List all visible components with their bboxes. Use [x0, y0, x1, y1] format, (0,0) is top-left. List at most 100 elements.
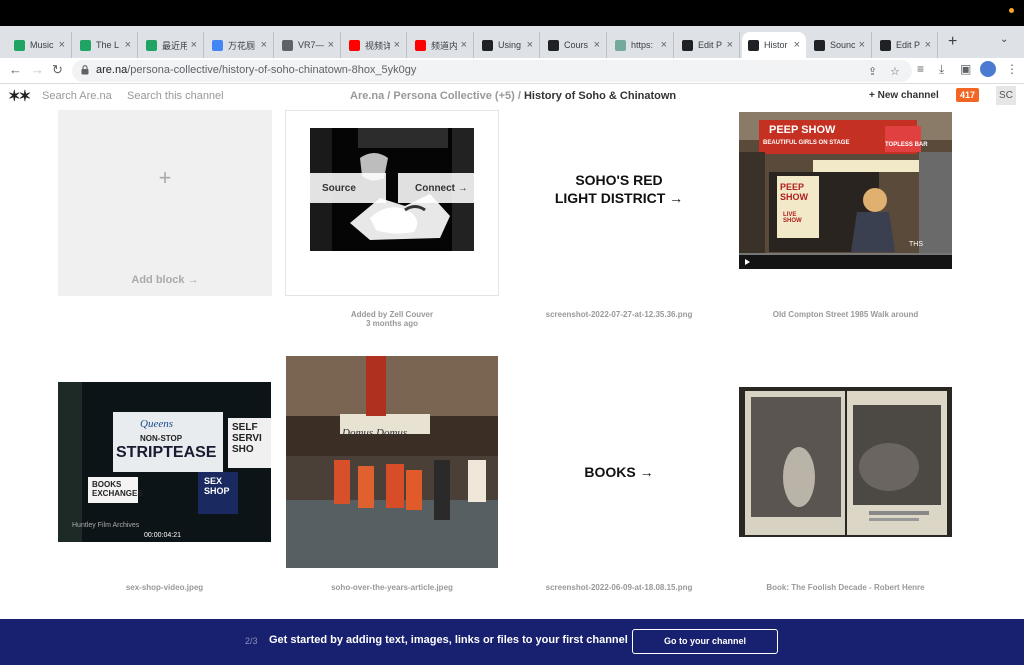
- search-channel-input[interactable]: Search this channel: [127, 90, 224, 102]
- video-sign-text: LIVE SHOW: [783, 212, 802, 224]
- close-tab-icon[interactable]: ×: [925, 39, 931, 51]
- go-to-channel-button[interactable]: Go to your channel: [632, 629, 778, 654]
- google-drive-icon: [14, 39, 25, 51]
- browser-tab-strip: Music × The L × 最近用 × 万花厕 × VR7—V × 视频详 × 频道内 × Using ×…: [0, 26, 1024, 58]
- browser-tab[interactable]: Using ×: [476, 32, 540, 58]
- browser-tab[interactable]: 视频详 ×: [343, 32, 407, 58]
- sign-text: SELF SERVI SHO: [232, 422, 262, 455]
- bookmark-star-icon[interactable]: ☆: [890, 65, 900, 78]
- browser-tab[interactable]: Sounc ×: [808, 32, 872, 58]
- google-icon: [212, 39, 223, 51]
- add-block-label: Add block →: [131, 274, 199, 286]
- profile-avatar[interactable]: [980, 61, 996, 77]
- reload-icon[interactable]: ↻: [52, 62, 63, 78]
- browser-tab-title: Edit P: [698, 40, 723, 50]
- browser-tab[interactable]: 万花厕 ×: [206, 32, 274, 58]
- browser-tab[interactable]: 最近用 ×: [140, 32, 204, 58]
- close-tab-icon[interactable]: ×: [859, 39, 865, 51]
- browser-tab-title: https:: [631, 40, 654, 50]
- close-tab-icon[interactable]: ×: [727, 39, 733, 51]
- browser-tab[interactable]: Edit P ×: [676, 32, 740, 58]
- browser-menu-icon[interactable]: ⋮: [1006, 62, 1018, 76]
- close-tab-icon[interactable]: ×: [594, 39, 600, 51]
- browser-tab[interactable]: Histor ×: [742, 32, 806, 58]
- block-caption: sex-shop-video.jpeg: [125, 583, 204, 592]
- image-block-sex-shop[interactable]: Queens NON-STOP STRIPTEASE SELF SERVI SH…: [58, 382, 271, 542]
- close-tab-icon[interactable]: ×: [661, 39, 667, 51]
- google-drive-icon: [80, 39, 91, 51]
- image-block-hovered[interactable]: Source Connect →: [285, 110, 499, 296]
- video-sign-text: PEEP SHOW: [769, 124, 836, 136]
- share-icon[interactable]: ⇪: [868, 65, 877, 78]
- tab-search-icon[interactable]: ⌄: [1000, 34, 1008, 45]
- browser-tab[interactable]: VR7—V ×: [276, 32, 341, 58]
- browser-tab-title: 万花厕: [228, 40, 256, 51]
- browser-tab[interactable]: Music ×: [8, 32, 72, 58]
- text-block-line: SOHO'S RED: [575, 172, 663, 188]
- close-tab-icon[interactable]: ×: [125, 39, 131, 51]
- address-bar[interactable]: are.na/persona-collective/history-of-soh…: [72, 60, 912, 82]
- browser-tab-title: Sounc: [830, 40, 855, 50]
- back-icon[interactable]: ←: [9, 62, 22, 77]
- source-button[interactable]: Source: [310, 173, 386, 203]
- openai-icon: [615, 39, 626, 51]
- arena-logo-icon: [748, 39, 759, 51]
- carnaby-street-photo: [286, 356, 498, 568]
- browser-tab-title: The L: [96, 40, 120, 50]
- lock-icon: [81, 65, 89, 75]
- new-tab-icon[interactable]: +: [948, 33, 957, 51]
- image-block-foolish-decade[interactable]: [739, 387, 952, 537]
- close-tab-icon[interactable]: ×: [191, 39, 197, 51]
- google-drive-icon: [146, 39, 157, 51]
- onboarding-step: 2/3: [245, 636, 258, 646]
- video-sign-text: BEAUTIFUL GIRLS ON STAGE: [763, 140, 850, 146]
- close-tab-icon[interactable]: ×: [794, 39, 800, 51]
- breadcrumb-channel[interactable]: History of Soho & Chinatown: [524, 90, 676, 102]
- breadcrumb-separator: /: [514, 90, 524, 102]
- close-tab-icon[interactable]: ×: [59, 39, 65, 51]
- reading-list-icon[interactable]: ≡: [917, 62, 924, 76]
- search-arena-input[interactable]: Search Are.na: [42, 90, 112, 102]
- browser-tab[interactable]: The L ×: [74, 32, 138, 58]
- breadcrumb-group-count[interactable]: (+5): [492, 90, 515, 102]
- shop-sign-text: Domus: [342, 427, 374, 439]
- text-block-soho[interactable]: SOHO'S RED LIGHT DISTRICT →: [512, 171, 726, 207]
- browser-tab-title: Using: [498, 40, 522, 50]
- browser-tab[interactable]: Cours ×: [542, 32, 607, 58]
- added-time-text: 3 months ago: [365, 319, 418, 328]
- sign-text: NON-STOP: [140, 434, 183, 443]
- close-tab-icon[interactable]: ×: [461, 39, 467, 51]
- image-block-soho-article[interactable]: Domus Domus: [286, 356, 498, 568]
- browser-tab[interactable]: Edit P ×: [874, 32, 938, 58]
- close-tab-icon[interactable]: ×: [394, 39, 400, 51]
- site-header: ✶✶ Search Are.na Search this channel Are…: [0, 84, 1024, 108]
- globe-icon: [282, 39, 293, 51]
- arena-page-icon: [682, 39, 693, 51]
- browser-tab-title: Music: [30, 40, 54, 50]
- block-caption: Added by Zell Couver 3 months ago: [285, 310, 499, 328]
- breadcrumb-site[interactable]: Are.na: [350, 90, 384, 102]
- browser-tab[interactable]: https: ×: [609, 32, 674, 58]
- forward-icon[interactable]: →: [31, 62, 44, 77]
- block-caption: soho-over-the-years-article.jpeg: [331, 583, 453, 592]
- text-block-books[interactable]: BOOKS →: [512, 463, 726, 481]
- breadcrumb-group[interactable]: Persona Collective: [393, 90, 491, 102]
- user-avatar[interactable]: SC: [996, 86, 1016, 105]
- video-block-old-compton[interactable]: PEEP SHOW BEAUTIFUL GIRLS ON STAGE TOPLE…: [739, 112, 952, 269]
- close-tab-icon[interactable]: ×: [261, 39, 267, 51]
- plus-icon: +: [158, 165, 172, 190]
- side-panel-icon[interactable]: ▣: [960, 62, 971, 76]
- add-block-button[interactable]: + Add block →: [58, 110, 272, 296]
- browser-tab[interactable]: 频道内 ×: [409, 32, 474, 58]
- close-tab-icon[interactable]: ×: [328, 39, 334, 51]
- close-tab-icon[interactable]: ×: [527, 39, 533, 51]
- download-icon[interactable]: ⤓: [939, 62, 944, 77]
- browser-tab-title: 频道内: [431, 40, 457, 51]
- arena-logo-icon[interactable]: ✶✶: [8, 87, 31, 105]
- browser-tab-title: 视频详: [365, 40, 390, 51]
- sign-text: STRIPTEASE: [116, 444, 217, 461]
- new-channel-button[interactable]: + New channel: [869, 90, 939, 101]
- notification-count-badge[interactable]: 417: [956, 88, 979, 102]
- url-text: are.na/persona-collective/history-of-soh…: [96, 64, 417, 76]
- connect-button[interactable]: Connect →: [398, 173, 474, 203]
